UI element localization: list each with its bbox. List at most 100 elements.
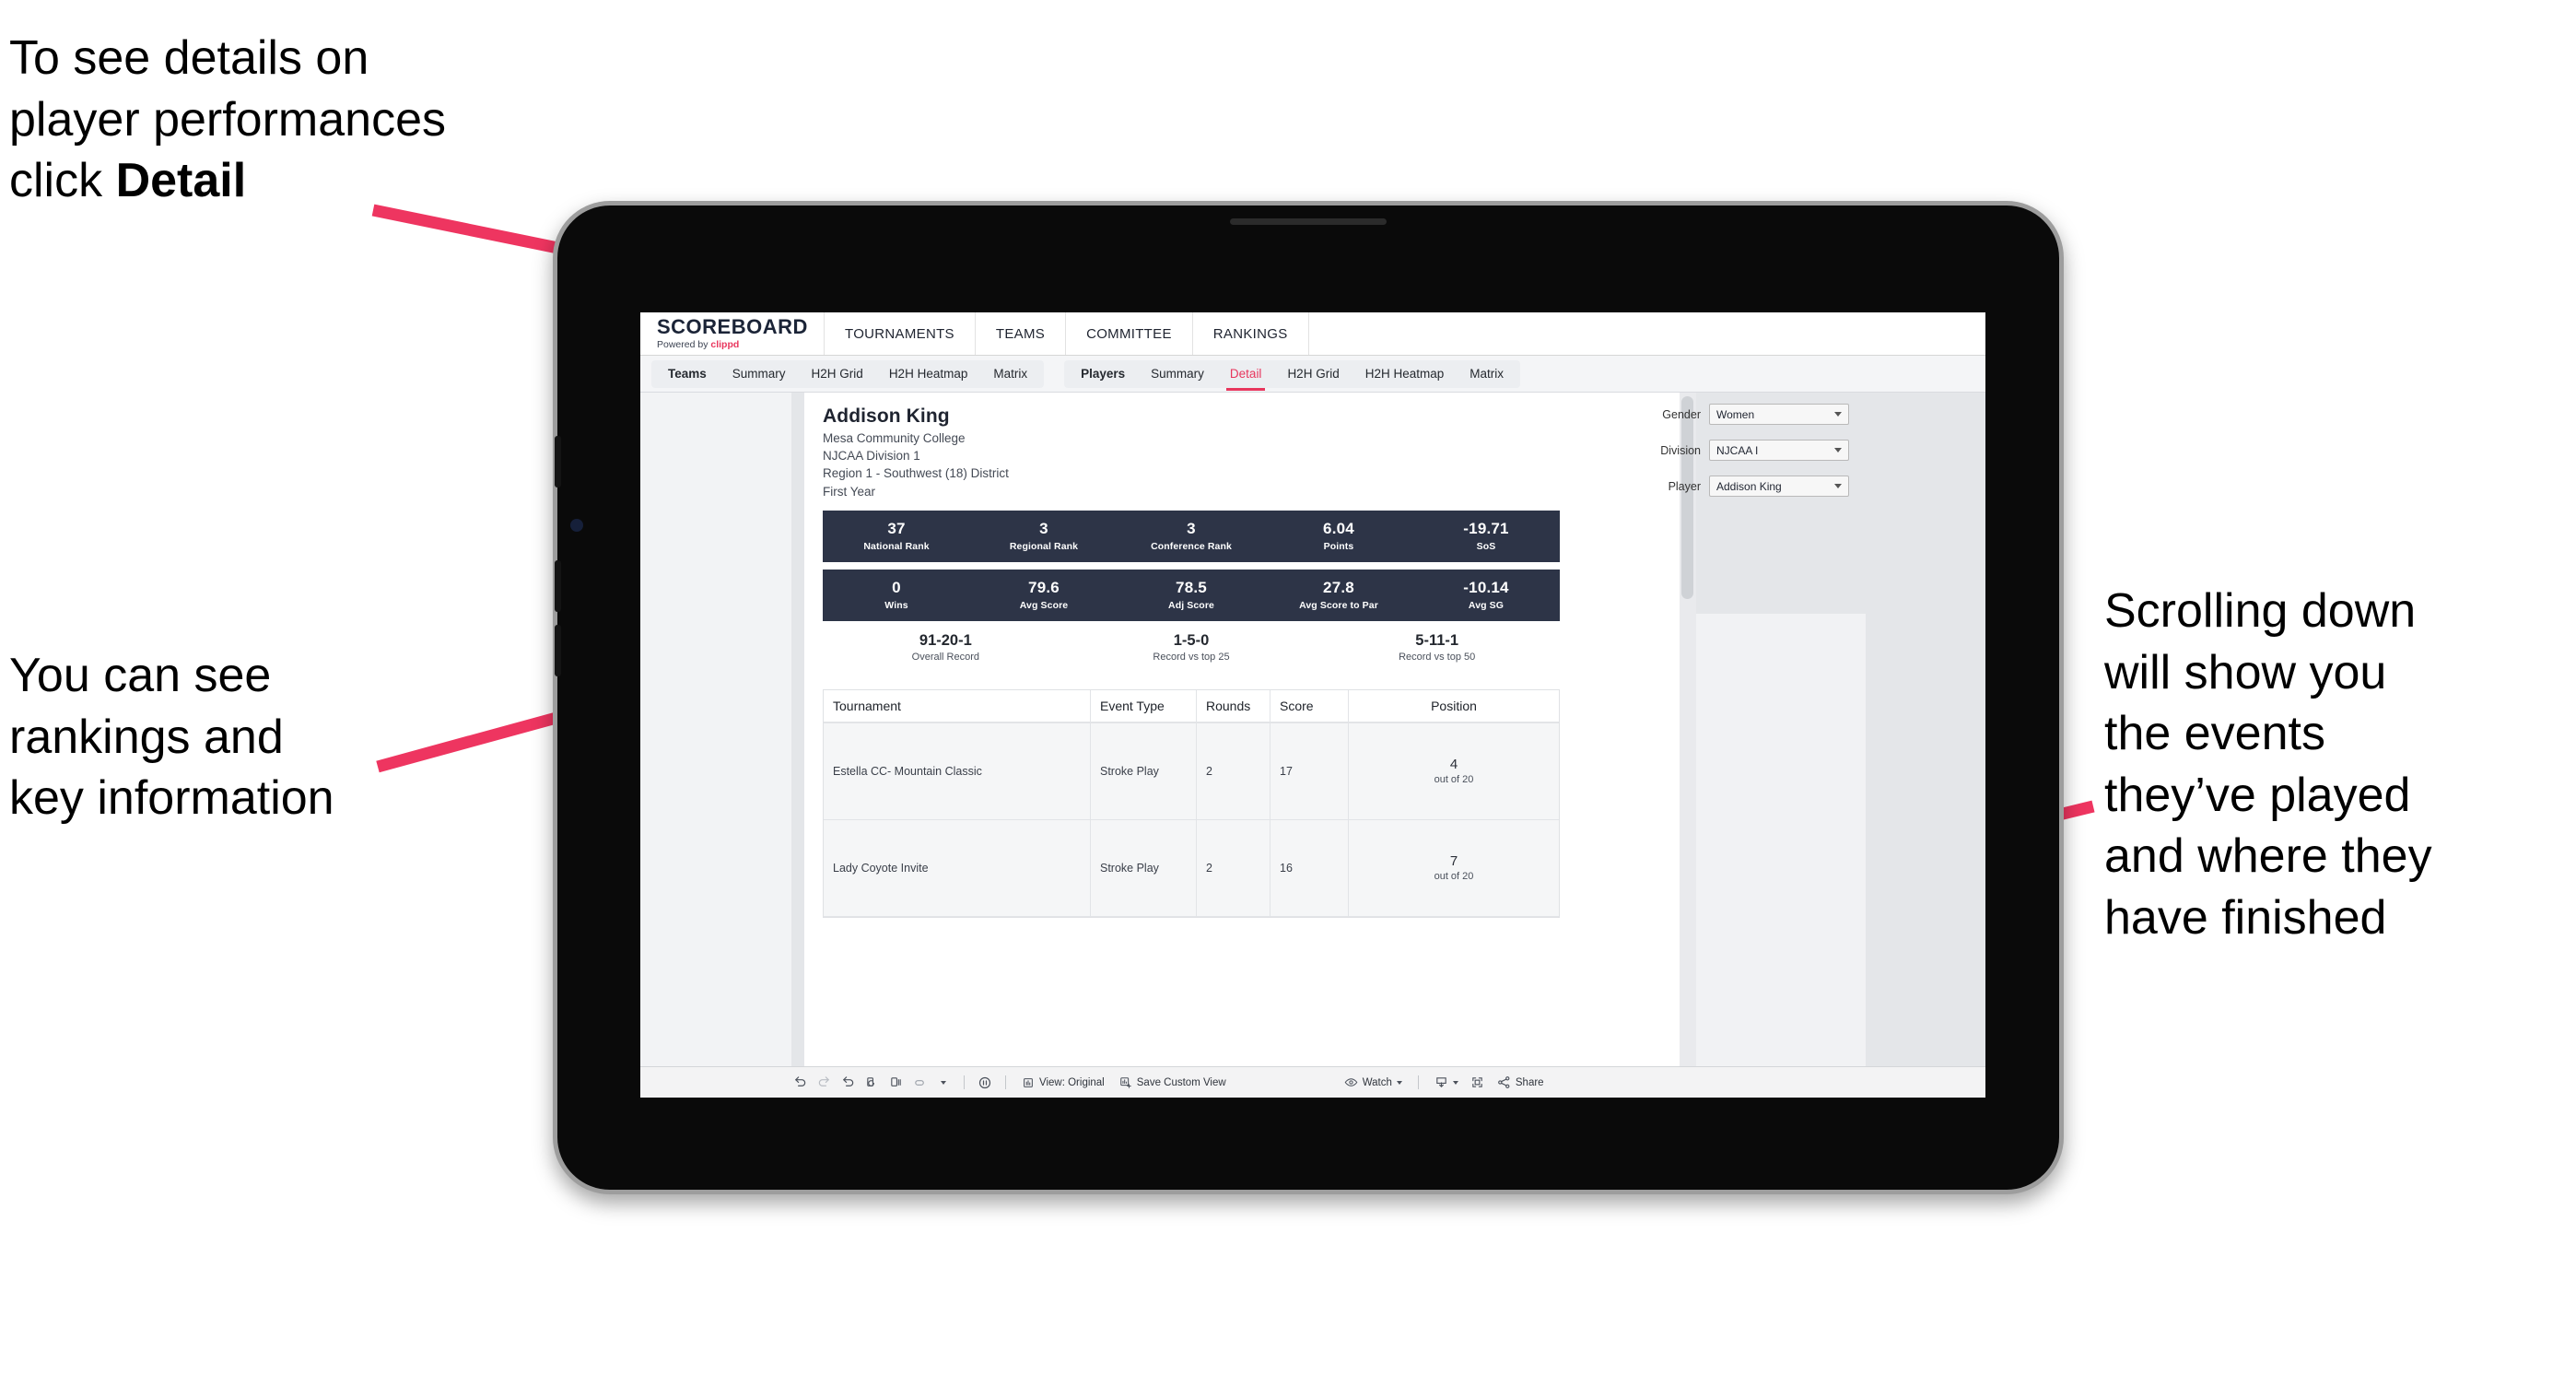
cell-tournament: Lady Coyote Invite (824, 820, 1091, 916)
app-header: SCOREBOARD Powered by clippd TOURNAMENTS… (640, 312, 1985, 356)
chevron-down-icon (1834, 448, 1842, 452)
eye-icon (1344, 1078, 1358, 1086)
callout-detail-bold: Detail (115, 154, 247, 208)
toolbar-divider (1417, 1075, 1419, 1089)
share-label: Share (1515, 1076, 1544, 1088)
subnav-group-players: Players Summary Detail H2H Grid H2H Heat… (1064, 359, 1520, 391)
stat-sos-label: SoS (1476, 540, 1496, 552)
brand-logo[interactable]: SCOREBOARD Powered by clippd (640, 312, 825, 355)
subnav-teams[interactable]: Teams (655, 360, 720, 388)
filter-division-select[interactable]: NJCAA I (1709, 440, 1849, 461)
table-row[interactable]: Lady Coyote Invite Stroke Play 2 16 7 ou… (824, 820, 1559, 917)
stat-points-label: Points (1323, 540, 1354, 552)
cell-rounds: 2 (1197, 820, 1270, 916)
tablet-volume-down-button[interactable] (555, 625, 561, 676)
filter-player-label: Player (1668, 479, 1701, 493)
dashboard-canvas: Addison King Mesa Community College NJCA… (640, 393, 1985, 1066)
subnav-players-detail[interactable]: Detail (1217, 360, 1275, 391)
filter-player-select[interactable]: Addison King (1709, 476, 1849, 497)
pause-clock-icon[interactable] (973, 1071, 997, 1095)
filter-gender-row: Gender Women (1630, 404, 1849, 425)
redo-icon[interactable] (812, 1071, 836, 1095)
filter-gender-select[interactable]: Women (1709, 404, 1849, 425)
download-icon (1436, 1077, 1446, 1087)
stat-conference-rank-value: 3 (1187, 520, 1196, 538)
table-row[interactable]: Estella CC- Mountain Classic Stroke Play… (824, 723, 1559, 820)
filter-division-row: Division NJCAA I (1630, 440, 1849, 461)
subnav-players-h2h-grid[interactable]: H2H Grid (1274, 360, 1352, 388)
top-nav-tournaments[interactable]: TOURNAMENTS (825, 312, 976, 355)
player-region: Region 1 - Southwest (18) District (823, 466, 1009, 481)
record-top25: 1-5-0 Record vs top 25 (1069, 632, 1315, 663)
revert-icon[interactable] (836, 1071, 860, 1095)
chevron-down-icon (1834, 412, 1842, 417)
chevron-down-icon (1396, 1080, 1402, 1085)
bottom-toolbar: View: Original Save Custom View Watch Sh… (640, 1066, 1985, 1098)
column-header-event-type[interactable]: Event Type (1091, 690, 1197, 722)
subnav-players-h2h-heatmap[interactable]: H2H Heatmap (1352, 360, 1458, 388)
filter-panel: Gender Women Division NJCAA I Player Add… (1630, 404, 1849, 511)
subnav-group-teams: Teams Summary H2H Grid H2H Heatmap Matri… (651, 359, 1045, 388)
cell-tournament: Estella CC- Mountain Classic (824, 723, 1091, 819)
cell-score: 17 (1270, 723, 1349, 819)
top-nav-rankings[interactable]: RANKINGS (1193, 312, 1309, 355)
undo-icon[interactable] (788, 1071, 812, 1095)
top-nav-committee[interactable]: COMMITTEE (1066, 312, 1193, 355)
stat-sos: -19.71 SoS (1412, 520, 1560, 552)
filter-gender-label: Gender (1662, 407, 1701, 421)
save-custom-view-label: Save Custom View (1136, 1076, 1226, 1088)
chevron-down-icon[interactable] (931, 1071, 955, 1095)
stats-band-scoring: 0 Wins 79.6 Avg Score 78.5 Adj Score 27.… (823, 570, 1560, 621)
stat-regional-rank: 3 Regional Rank (970, 520, 1118, 551)
tablet-device-frame: SCOREBOARD Powered by clippd TOURNAMENTS… (553, 201, 2064, 1194)
tablet-screen: SCOREBOARD Powered by clippd TOURNAMENTS… (640, 312, 1985, 1098)
column-header-position[interactable]: Position (1349, 690, 1559, 722)
refresh-data-icon[interactable] (860, 1071, 884, 1095)
tablet-speaker-grille (1230, 218, 1387, 225)
stat-avg-score-to-par: 27.8 Avg Score to Par (1265, 579, 1412, 610)
record-overall-label: Overall Record (911, 652, 980, 664)
stat-avg-score-to-par-value: 27.8 (1323, 579, 1354, 597)
stat-national-rank-value: 37 (887, 520, 906, 538)
tablet-power-button[interactable] (555, 436, 561, 487)
subnav-teams-h2h-heatmap[interactable]: H2H Heatmap (876, 360, 981, 388)
stat-wins: 0 Wins (823, 579, 970, 610)
record-overall-value: 91-20-1 (919, 632, 972, 649)
toolbar-divider (964, 1075, 965, 1089)
record-top50-value: 5-11-1 (1415, 632, 1459, 649)
record-top25-label: Record vs top 25 (1153, 652, 1230, 664)
view-original-button[interactable]: View: Original (1014, 1076, 1112, 1089)
chevron-down-icon (1452, 1080, 1458, 1085)
filter-player-value: Addison King (1716, 479, 1782, 493)
cell-position-value: 4 (1449, 756, 1458, 772)
stat-avg-sg-value: -10.14 (1463, 579, 1509, 597)
stat-national-rank: 37 National Rank (823, 520, 970, 551)
column-header-tournament[interactable]: Tournament (824, 690, 1091, 722)
share-icon (1497, 1076, 1510, 1088)
stat-regional-rank-value: 3 (1039, 520, 1048, 538)
top-nav-teams[interactable]: TEAMS (976, 312, 1067, 355)
share-button[interactable]: Share (1490, 1075, 1551, 1089)
download-button[interactable] (1427, 1075, 1466, 1089)
column-header-score[interactable]: Score (1270, 690, 1349, 722)
cell-event-type: Stroke Play (1091, 723, 1197, 819)
subnav-players-summary[interactable]: Summary (1138, 360, 1217, 388)
subnav-players[interactable]: Players (1068, 360, 1138, 388)
stat-adj-score-value: 78.5 (1176, 579, 1207, 597)
subnav-players-matrix[interactable]: Matrix (1457, 360, 1516, 388)
subnav-teams-matrix[interactable]: Matrix (980, 360, 1040, 388)
pause-auto-update-icon[interactable] (907, 1071, 931, 1095)
pause-updates-icon[interactable] (884, 1071, 907, 1095)
subnav-teams-h2h-grid[interactable]: H2H Grid (799, 360, 876, 388)
stat-conference-rank-label: Conference Rank (1151, 540, 1232, 552)
player-name: Addison King (823, 405, 950, 427)
watch-button[interactable]: Watch (1337, 1075, 1410, 1089)
column-header-rounds[interactable]: Rounds (1197, 690, 1270, 722)
subnav-teams-summary[interactable]: Summary (720, 360, 799, 388)
fullscreen-icon[interactable] (1466, 1071, 1490, 1095)
save-custom-view-button[interactable]: Save Custom View (1112, 1076, 1234, 1089)
stat-avg-sg-label: Avg SG (1468, 599, 1505, 611)
tablet-volume-up-button[interactable] (555, 560, 561, 612)
brand-subtitle: Powered by clippd (657, 340, 824, 350)
records-row: 91-20-1 Overall Record 1-5-0 Record vs t… (823, 632, 1560, 663)
